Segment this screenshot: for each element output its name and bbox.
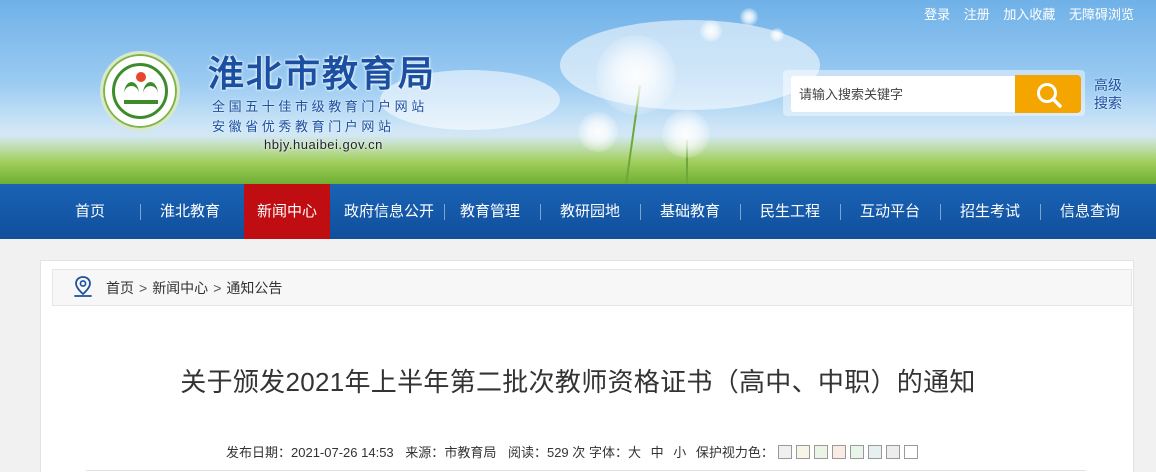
nav-separator	[840, 204, 841, 220]
logo-book-icon	[124, 82, 158, 104]
article-title: 关于颁发2021年上半年第二批次教师资格证书（高中、中职）的通知	[180, 367, 976, 397]
logo[interactable]	[100, 51, 180, 131]
font-size-label: 字体：	[588, 445, 628, 460]
nav-item-info-query[interactable]: 信息查询	[1047, 184, 1133, 239]
source-value: 市教育局	[444, 445, 497, 460]
eye-care-color-swatch[interactable]	[867, 445, 882, 459]
search-icon	[1037, 83, 1062, 108]
breadcrumb-home[interactable]: 首页	[106, 280, 134, 296]
article-meta: 发布日期：2021-07-26 14:53 来源：市教育局 阅读：529 次 字…	[226, 442, 918, 461]
main-nav: 首页 淮北教育 新闻中心 政府信息公开 教育管理 教研园地 基础教育 民生工程 …	[0, 184, 1156, 239]
divider	[86, 470, 1086, 471]
site-subtitle-1: 全国五十佳市级教育门户网站	[212, 99, 428, 114]
nav-separator	[640, 204, 641, 220]
nav-separator	[540, 204, 541, 220]
publish-date: 2021-07-26 14:53	[291, 445, 394, 460]
eye-care-color-swatch[interactable]	[849, 445, 864, 459]
publish-date-label: 发布日期：	[226, 445, 292, 460]
source-label: 来源：	[405, 445, 445, 460]
eye-care-color-swatch[interactable]	[795, 445, 810, 459]
nav-separator	[1040, 204, 1041, 220]
dandelion-decoration	[596, 35, 676, 115]
reads-unit: 次	[572, 445, 586, 460]
eye-care-color-swatch[interactable]	[813, 445, 828, 459]
reads-label: 阅读：	[507, 445, 547, 460]
nav-item-huaibei-education[interactable]: 淮北教育	[147, 184, 233, 239]
eye-care-swatches	[774, 445, 918, 460]
dandelion-decoration	[578, 112, 618, 152]
search-input[interactable]	[791, 76, 1017, 112]
breadcrumb: 首页 > 新闻中心 > 通知公告	[106, 278, 282, 298]
nav-item-gov-info[interactable]: 政府信息公开	[336, 184, 442, 239]
nav-item-interaction[interactable]: 互动平台	[847, 184, 933, 239]
font-size-large[interactable]: 大	[628, 445, 641, 460]
seed-decoration	[740, 8, 758, 26]
dandelion-decoration	[662, 110, 710, 158]
font-size-medium[interactable]: 中	[651, 445, 664, 460]
grass-decoration	[0, 136, 1156, 184]
add-favorite-link[interactable]: 加入收藏	[1003, 7, 1055, 22]
nav-separator	[444, 204, 445, 220]
reads-count: 529	[546, 445, 569, 460]
site-subtitle-2: 安徽省优秀教育门户网站	[212, 119, 395, 134]
nav-separator	[940, 204, 941, 220]
advanced-search-link[interactable]: 高级 搜索	[1094, 76, 1134, 112]
accessibility-link[interactable]: 无障碍浏览	[1069, 7, 1134, 22]
eye-care-color-swatch[interactable]	[831, 445, 846, 459]
register-link[interactable]: 注册	[964, 7, 990, 22]
eye-care-color-swatch[interactable]	[885, 445, 900, 459]
breadcrumb-separator: >	[213, 280, 222, 296]
nav-item-news-center[interactable]: 新闻中心	[244, 184, 330, 239]
seed-decoration	[700, 20, 722, 42]
nav-item-teaching-research[interactable]: 教研园地	[547, 184, 633, 239]
eye-care-color-swatch[interactable]	[903, 445, 918, 459]
breadcrumb-news-center[interactable]: 新闻中心	[152, 280, 208, 296]
search-button[interactable]	[1015, 75, 1081, 113]
eye-care-label: 保护视力色：	[695, 445, 774, 460]
eye-care-color-swatch[interactable]	[777, 445, 792, 459]
location-pin-icon	[74, 276, 92, 297]
site-title: 淮北市教育局	[208, 53, 437, 95]
breadcrumb-notices[interactable]: 通知公告	[226, 280, 282, 296]
nav-item-home[interactable]: 首页	[55, 184, 125, 239]
seed-decoration	[770, 28, 784, 42]
logo-sun	[136, 72, 146, 82]
advanced-search-label-1: 高级	[1094, 77, 1122, 93]
login-link[interactable]: 登录	[924, 7, 950, 22]
nav-item-basic-education[interactable]: 基础教育	[647, 184, 733, 239]
nav-separator	[740, 204, 741, 220]
nav-item-enrollment-exams[interactable]: 招生考试	[947, 184, 1033, 239]
breadcrumb-separator: >	[139, 280, 148, 296]
nav-item-livelihood[interactable]: 民生工程	[747, 184, 833, 239]
site-domain: hbjy.huaibei.gov.cn	[264, 137, 383, 152]
font-size-small[interactable]: 小	[673, 445, 686, 460]
nav-separator	[140, 204, 141, 220]
top-links: 登录 注册 加入收藏 无障碍浏览	[914, 4, 1134, 23]
nav-item-education-management[interactable]: 教育管理	[447, 184, 533, 239]
advanced-search-label-2: 搜索	[1094, 95, 1122, 111]
